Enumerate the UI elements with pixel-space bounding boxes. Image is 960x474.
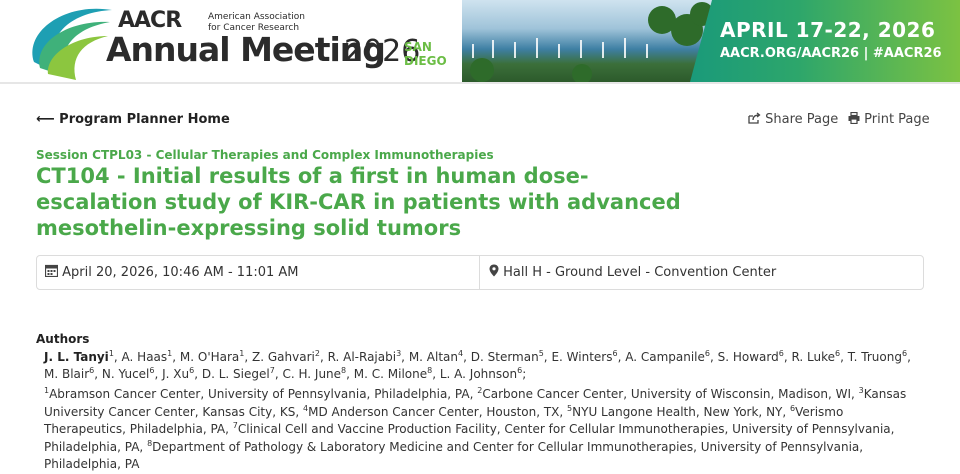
aacr-logo-swoosh [32, 8, 112, 80]
city-line2: DIEGO [404, 54, 447, 68]
meeting-city: SAN DIEGO [404, 40, 447, 68]
author-name: N. Yucel6 [101, 366, 155, 382]
author-name: J. Xu6 [162, 366, 195, 382]
authors-list: J. L. Tanyi1, A. Haas1, M. O'Hara1, Z. G… [44, 349, 911, 382]
session-link[interactable]: Session CTPL03 - Cellular Therapies and … [36, 148, 494, 162]
session-location: Hall H - Ground Level - Convention Cente… [489, 264, 776, 280]
info-divider [479, 256, 480, 289]
author-name: R. Al-Rajabi3 [327, 349, 402, 365]
affiliation: 4MD Anderson Cancer Center, Houston, TX [303, 403, 560, 419]
share-page-label: Share Page [765, 112, 839, 127]
affiliation: 5NYU Langone Health, New York, NY [567, 403, 783, 419]
harbor-illustration [470, 2, 714, 82]
author-name: E. Winters6 [551, 349, 618, 365]
author-name: M. Blair6 [44, 366, 95, 382]
abstract-title: CT104 - Initial results of a first in hu… [36, 164, 681, 240]
author-name: C. H. June8 [282, 366, 347, 382]
org-full-name-line1: American Association [208, 12, 305, 22]
program-planner-home-link[interactable]: ⟵ Program Planner Home [36, 112, 230, 127]
author-name: L. A. Johnson6 [439, 366, 523, 382]
meeting-dates: APRIL 17-22, 2026 [720, 18, 936, 42]
author-name: D. Sterman5 [470, 349, 544, 365]
print-icon [848, 111, 860, 125]
author-name: R. Luke6 [791, 349, 841, 365]
author-name: D. L. Siegel7 [201, 366, 275, 382]
header-banner[interactable]: AACR American Association for Cancer Res… [0, 0, 960, 84]
session-datetime-text: April 20, 2026, 10:46 AM - 11:01 AM [62, 265, 299, 280]
affiliations-list: 1Abramson Cancer Center, University of P… [44, 386, 907, 472]
session-info-box: April 20, 2026, 10:46 AM - 11:01 AM Hall… [36, 255, 924, 290]
city-line1: SAN [404, 40, 432, 54]
author-name: A. Haas1 [121, 349, 173, 365]
share-icon [748, 112, 761, 124]
session-datetime: April 20, 2026, 10:46 AM - 11:01 AM [44, 264, 299, 280]
author-name: J. L. Tanyi1 [44, 349, 114, 365]
affiliation: 2Carbone Cancer Center, University of Wi… [477, 386, 852, 402]
session-location-text: Hall H - Ground Level - Convention Cente… [503, 265, 777, 280]
meeting-links[interactable]: AACR.ORG/AACR26 | #AACR26 [720, 46, 942, 61]
author-name: S. Howard6 [717, 349, 784, 365]
author-name: Z. Gahvari2 [252, 349, 320, 365]
authors-heading: Authors [36, 332, 90, 346]
author-name: M. O'Hara1 [179, 349, 245, 365]
author-name: T. Truong6 [847, 349, 908, 365]
arrow-left-icon: ⟵ [36, 112, 55, 127]
author-name: A. Campanile6 [625, 349, 710, 365]
print-page-button[interactable]: Print Page [848, 111, 930, 127]
affiliation: 1Abramson Cancer Center, University of P… [44, 386, 470, 402]
print-page-label: Print Page [864, 112, 930, 127]
author-name: M. C. Milone8 [353, 366, 433, 382]
affiliation: 8Department of Pathology & Laboratory Me… [44, 438, 864, 471]
map-pin-icon [489, 264, 499, 277]
author-name: M. Altan4 [408, 349, 464, 365]
calendar-icon [44, 264, 59, 278]
banner-harbor-photo [462, 0, 714, 82]
share-page-button[interactable]: Share Page [748, 112, 838, 127]
home-link-label: Program Planner Home [59, 112, 230, 127]
